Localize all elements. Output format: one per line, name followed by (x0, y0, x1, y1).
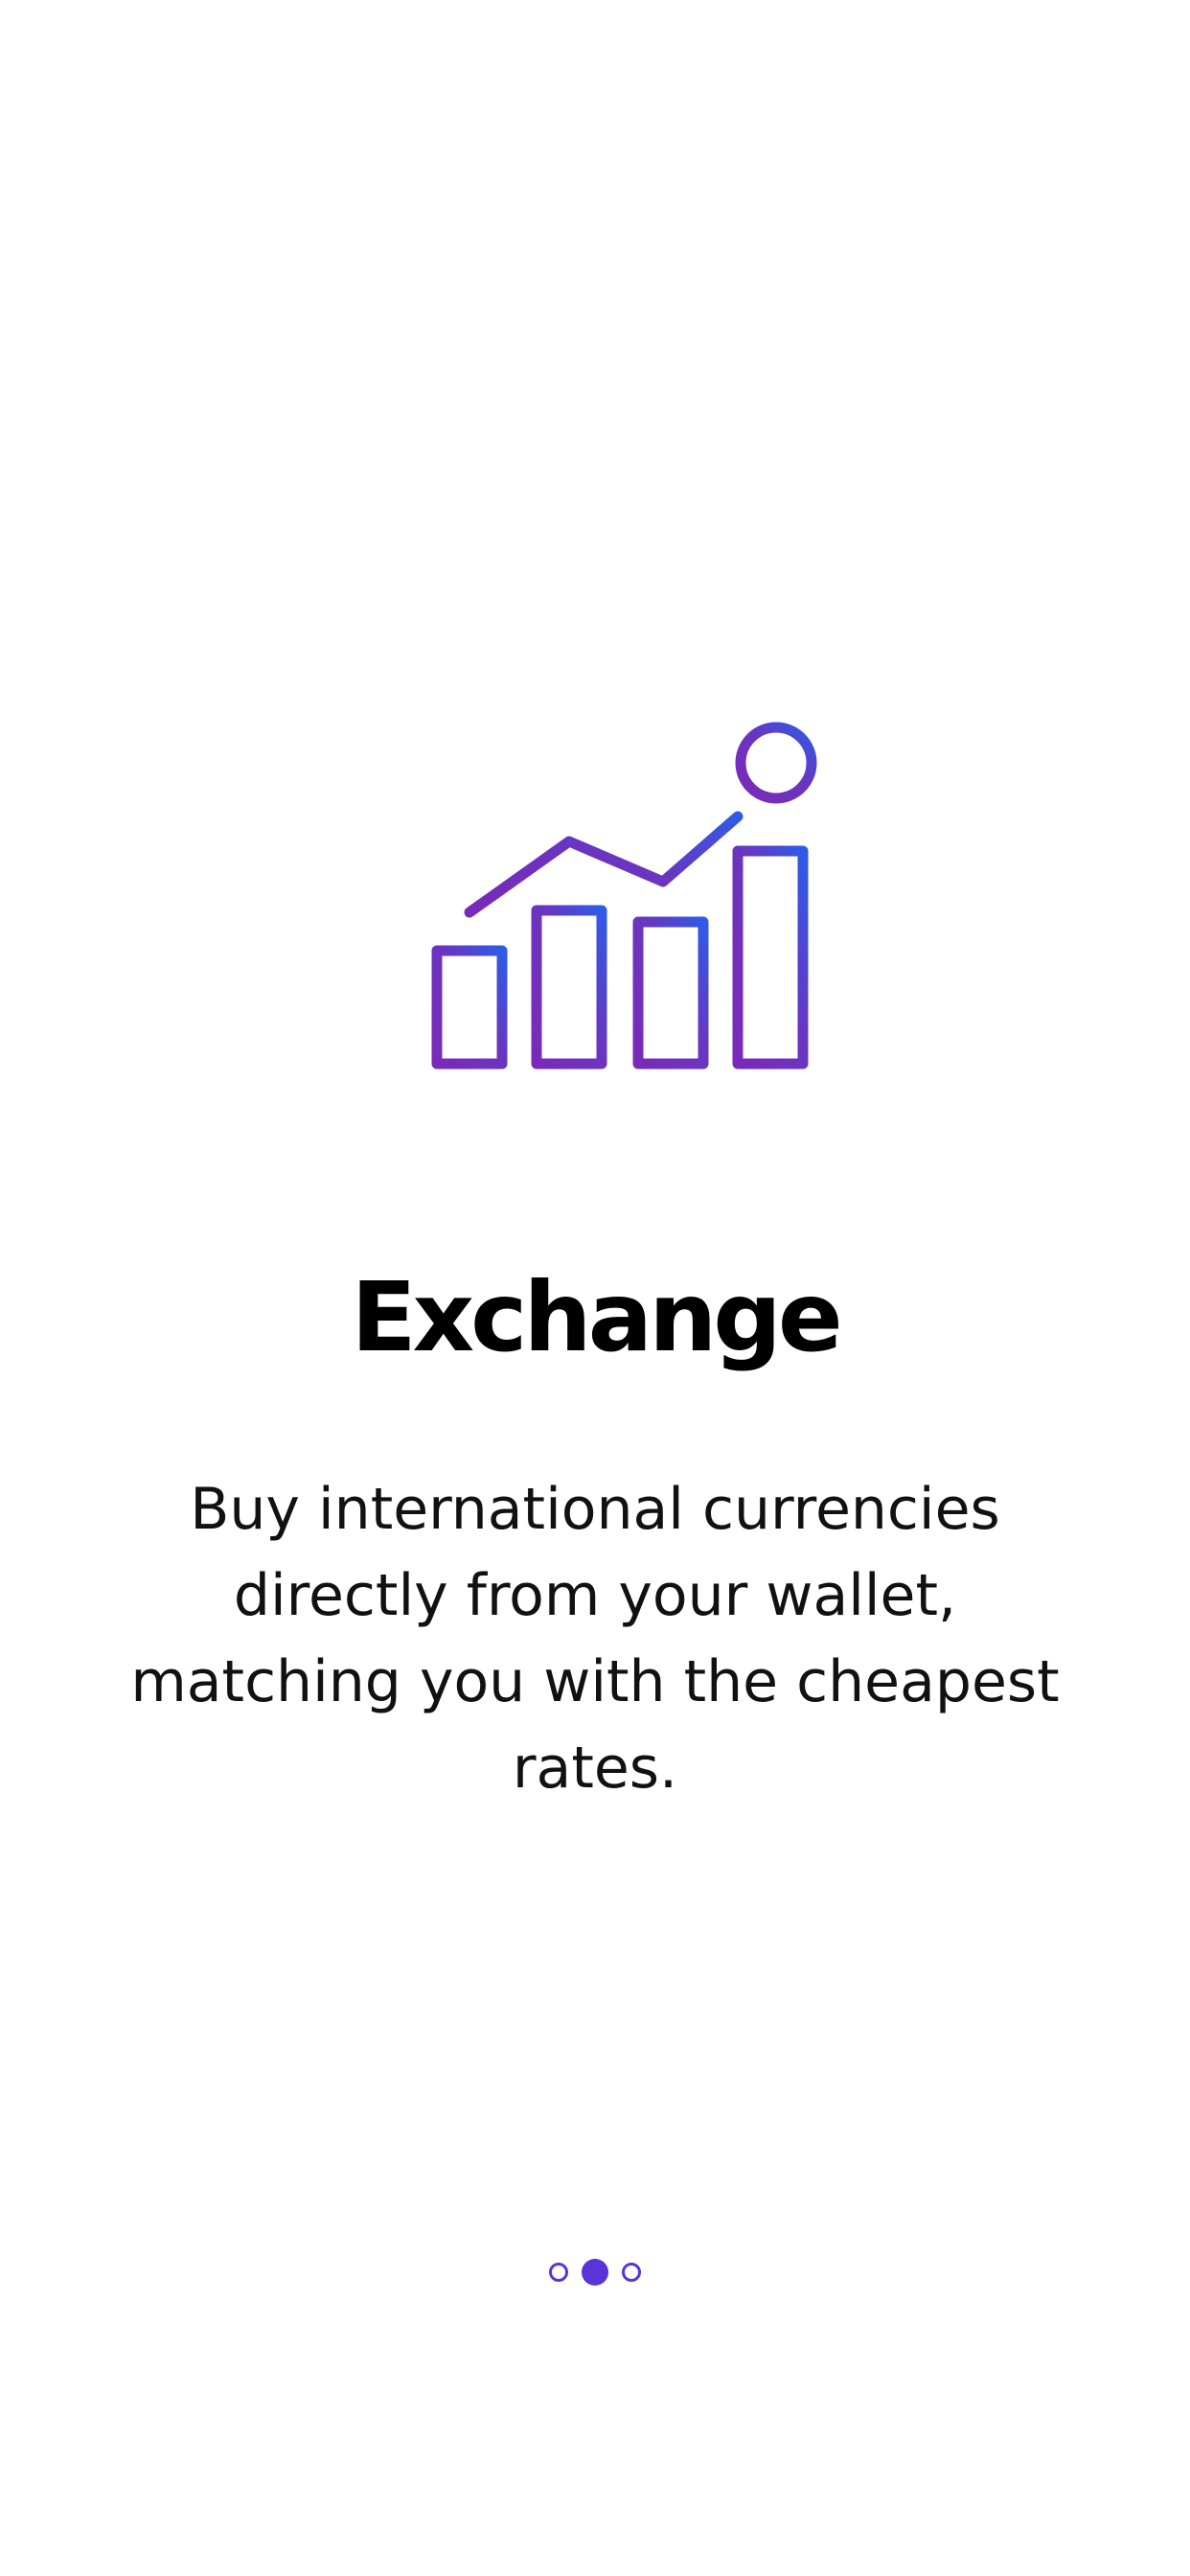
onboarding-screen: Exchange Buy international currencies di… (0, 0, 1190, 2576)
page-dot-1[interactable] (549, 2263, 568, 2282)
chart-bar-3 (632, 916, 709, 1070)
page-indicator (0, 2258, 1190, 2287)
page-dot-2[interactable] (582, 2259, 608, 2286)
page-dot-3[interactable] (622, 2263, 641, 2282)
chart-circle (735, 722, 817, 804)
page-description: Buy international currencies directly fr… (130, 1476, 1060, 1802)
chart-bar-2 (531, 905, 607, 1070)
chart-growth-icon (379, 709, 858, 1073)
chart-bar-4 (732, 845, 809, 1070)
chart-trend-line (464, 811, 744, 918)
page-title: Exchange (351, 1261, 842, 1373)
chart-bar-1 (431, 945, 508, 1070)
